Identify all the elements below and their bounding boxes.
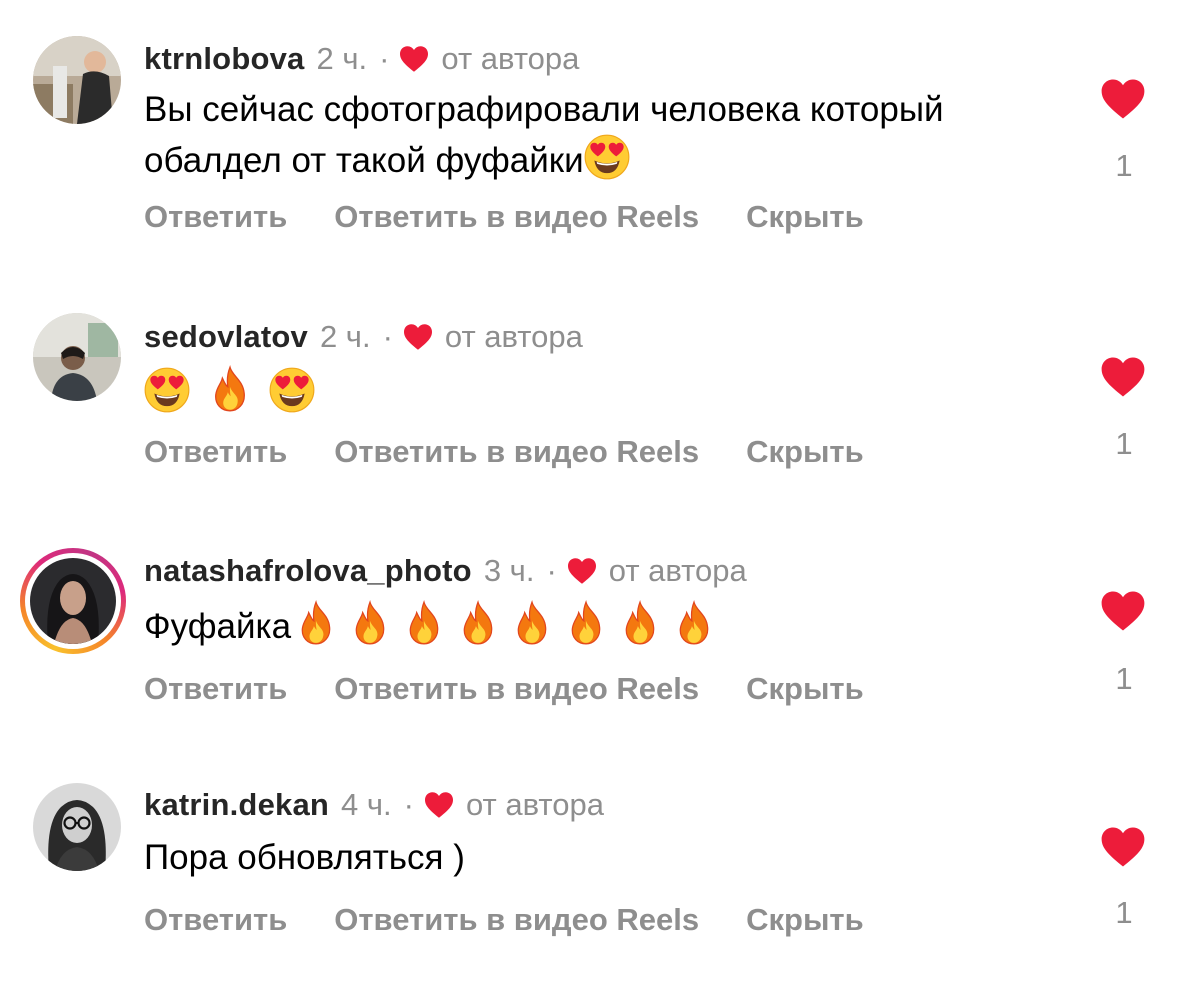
avatar[interactable] [33,36,121,124]
separator-dot: · [379,41,390,76]
heart-eyes-emoji-icon [144,367,190,413]
like-count: 1 [1115,895,1133,930]
fire-emoji-icon [457,600,499,646]
username[interactable]: sedovlatov [144,319,308,355]
fire-emoji-icon [295,600,337,646]
heart-eyes-emoji-icon [269,367,315,413]
fire-emoji-icon [673,600,715,646]
separator-dot: · [546,553,557,588]
username[interactable]: katrin.dekan [144,787,329,823]
author-heart-icon [424,791,454,819]
comment-text: Вы сейчас сфотографировали человека кото… [144,86,944,185]
reply-button[interactable]: Ответить [144,671,287,707]
comment-header: katrin.dekan 4 ч. · от автора [144,787,604,823]
username[interactable]: ktrnlobova [144,41,304,77]
like-heart-icon[interactable] [1100,590,1146,632]
like-heart-icon[interactable] [1100,826,1146,868]
like-count: 1 [1115,148,1133,183]
like-heart-icon[interactable] [1100,78,1146,120]
author-heart-icon [403,323,433,351]
author-heart-icon [399,45,429,73]
reply-reels-button[interactable]: Ответить в видео Reels [334,199,699,235]
author-liked-label: от автора [444,319,583,354]
avatar[interactable] [33,783,121,871]
hide-button[interactable]: Скрыть [746,671,864,707]
reply-reels-button[interactable]: Ответить в видео Reels [334,434,699,470]
hide-button[interactable]: Скрыть [746,199,864,235]
like-count: 1 [1115,426,1133,461]
author-heart-icon [567,557,597,585]
reply-button[interactable]: Ответить [144,434,287,470]
heart-eyes-emoji-icon [584,134,630,180]
avatar-photo-icon [30,558,116,644]
comment-header: ktrnlobova 2 ч. · от автора [144,41,579,77]
avatar[interactable] [33,313,121,401]
username[interactable]: natashafrolova_photo [144,553,472,589]
timestamp: 2 ч. [319,319,371,354]
comment-text-fragment: Фуфайка [144,607,292,646]
comment-actions: Ответить Ответить в видео Reels Скрыть [144,434,911,470]
hide-button[interactable]: Скрыть [746,902,864,938]
comment-actions: Ответить Ответить в видео Reels Скрыть [144,199,911,235]
comment-text-line: обалдел от такой фуфайки [144,134,944,185]
avatar-photo-icon [33,313,121,401]
fire-emoji-icon [619,600,661,646]
fire-emoji-icon [565,600,607,646]
avatar-photo [30,558,116,644]
timestamp: 2 ч. [316,41,368,76]
avatar-photo-icon [33,36,121,124]
comment-header: natashafrolova_photo 3 ч. · от автора [144,553,747,589]
separator-dot: · [403,787,414,822]
comment-text-fragment: обалдел от такой фуфайки [144,141,584,180]
comment-text [144,365,315,418]
reply-reels-button[interactable]: Ответить в видео Reels [334,671,699,707]
comment-text-line: Вы сейчас сфотографировали человека кото… [144,90,944,129]
reply-button[interactable]: Ответить [144,199,287,235]
timestamp: 3 ч. [483,553,535,588]
fire-emoji-icon [403,600,445,646]
comment-text: Фуфайка [144,600,715,651]
comment-actions: Ответить Ответить в видео Reels Скрыть [144,902,911,938]
like-heart-icon[interactable] [1100,356,1146,398]
fire-emoji-icon [208,365,252,413]
separator-dot: · [382,319,393,354]
comment-header: sedovlatov 2 ч. · от автора [144,319,583,355]
author-liked-label: от автора [465,787,604,822]
fire-emoji-icon [349,600,391,646]
avatar-photo-icon [33,783,121,871]
reply-reels-button[interactable]: Ответить в видео Reels [334,902,699,938]
timestamp: 4 ч. [341,787,392,822]
like-count: 1 [1115,661,1133,696]
reply-button[interactable]: Ответить [144,902,287,938]
avatar-story-ring[interactable] [20,548,126,654]
fire-emoji-icon [511,600,553,646]
hide-button[interactable]: Скрыть [746,434,864,470]
avatar [25,553,121,649]
comment-text: Пора обновляться ) [144,838,465,877]
author-liked-label: от автора [441,41,580,76]
comment-actions: Ответить Ответить в видео Reels Скрыть [144,671,911,707]
author-liked-label: от автора [608,553,747,588]
